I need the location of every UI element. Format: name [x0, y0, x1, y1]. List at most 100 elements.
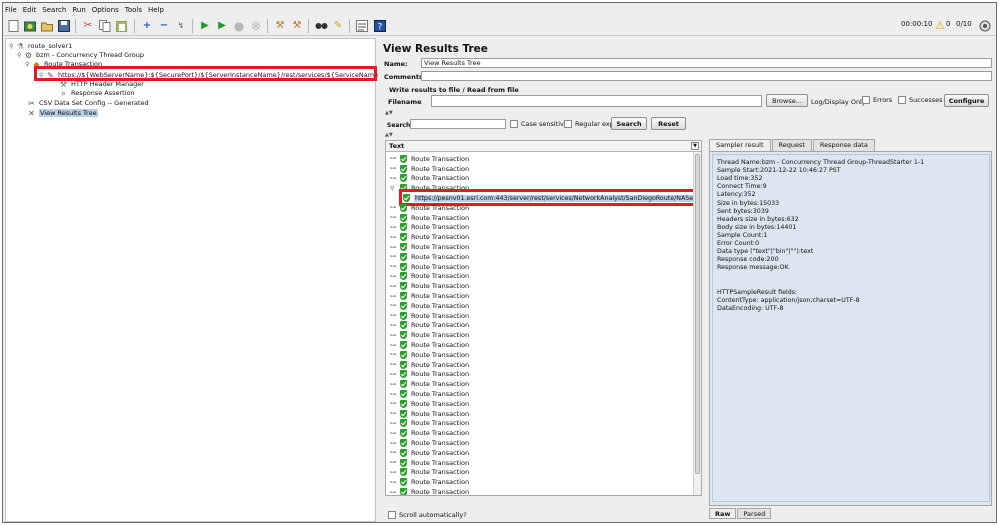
result-row[interactable]: ⊶ Route Transaction — [390, 330, 469, 340]
menu-search[interactable]: Search — [42, 6, 66, 14]
toggle-icon[interactable]: ↯ — [174, 19, 188, 33]
tab-response-data[interactable]: Response data — [812, 139, 875, 151]
result-row[interactable]: ⊶ Route Transaction — [390, 438, 469, 448]
collapsed-node-icon[interactable]: ⊶ — [390, 175, 400, 182]
result-row[interactable]: ⊶ Route Transaction — [390, 321, 469, 331]
browse-button[interactable]: Browse... — [766, 94, 808, 107]
collapsed-node-icon[interactable]: ⊶ — [390, 283, 400, 290]
collapsed-node-icon[interactable]: ⊶ — [390, 244, 400, 251]
comments-field[interactable] — [421, 71, 992, 81]
tab-sampler-result[interactable]: Sampler result — [709, 139, 771, 151]
renderer-select[interactable]: Text ▼ — [386, 141, 701, 152]
result-row[interactable]: ⊶ Route Transaction — [390, 164, 469, 174]
result-row[interactable]: ⊶ Route Transaction — [390, 340, 469, 350]
results-scrollbar[interactable] — [693, 152, 701, 495]
result-row[interactable]: ⊶ Route Transaction — [390, 272, 469, 282]
collapsed-node-icon[interactable]: ⊶ — [390, 430, 400, 437]
reset-search-icon[interactable]: ✎ — [331, 19, 345, 33]
collapsed-node-icon[interactable]: ⊶ — [390, 400, 400, 407]
menu-help[interactable]: Help — [148, 6, 164, 14]
collapsed-node-icon[interactable]: ⊶ — [390, 234, 400, 241]
start-no-timers-icon[interactable]: ▶ — [215, 19, 229, 33]
collapsed-node-icon[interactable]: ⊶ — [390, 440, 400, 447]
scroll-automatically-checkbox[interactable]: Scroll automatically? — [388, 511, 467, 519]
collapsed-node-icon[interactable]: ⊶ — [390, 469, 400, 476]
collapsed-node-icon[interactable]: ⊶ — [390, 459, 400, 466]
copy-icon[interactable] — [98, 19, 112, 33]
collapsed-node-icon[interactable]: ⊶ — [390, 420, 400, 427]
collapsed-node-icon[interactable]: ⊶ — [390, 302, 400, 309]
result-row[interactable]: ⊶ Route Transaction — [390, 291, 469, 301]
collapsed-node-icon[interactable]: ⊶ — [390, 214, 400, 221]
collapsed-node-icon[interactable]: ⊶ — [390, 155, 400, 162]
result-row[interactable]: ⊶ Route Transaction — [390, 301, 469, 311]
collapsed-node-icon[interactable]: ⊶ — [390, 361, 400, 368]
result-row[interactable]: ⊶ Route Transaction — [390, 252, 469, 262]
search-button[interactable]: Search — [611, 117, 647, 130]
tree-node-csv-config[interactable]: ✂ CSV Data Set Config -- Generated — [27, 98, 149, 108]
clear-icon[interactable]: ⚒ — [273, 19, 287, 33]
collapsed-node-icon[interactable]: ⊶ — [390, 253, 400, 260]
collapsed-node-icon[interactable]: ⊶ — [390, 293, 400, 300]
menu-file[interactable]: File — [5, 6, 17, 14]
tab-parsed[interactable]: Parsed — [737, 508, 772, 519]
search-icon[interactable] — [314, 19, 328, 33]
stop-icon[interactable]: ● — [232, 19, 246, 33]
result-row[interactable]: ⊶ Route Transaction — [390, 477, 469, 487]
collapsed-node-icon[interactable]: ⊶ — [390, 342, 400, 349]
result-row[interactable]: ⊶ Route Transaction — [390, 213, 469, 223]
collapsed-node-icon[interactable]: ⊶ — [390, 489, 400, 495]
case-sensitive-checkbox[interactable]: Case sensitive — [510, 120, 568, 128]
save-icon[interactable] — [57, 19, 71, 33]
open-icon[interactable] — [40, 19, 54, 33]
help-icon[interactable]: ? — [373, 19, 387, 33]
remote-icon[interactable] — [978, 19, 992, 33]
start-icon[interactable]: ▶ — [198, 19, 212, 33]
result-row[interactable]: ⊶ Route Transaction — [390, 174, 469, 184]
search-field[interactable] — [410, 119, 506, 129]
result-row[interactable]: ⊶ Route Transaction — [390, 379, 469, 389]
result-row[interactable]: ⊶ Route Transaction — [390, 350, 469, 360]
collapse-arrows-bottom[interactable]: ▲▼ — [385, 132, 393, 138]
collapsed-node-icon[interactable]: ⊶ — [390, 224, 400, 231]
result-row[interactable]: ⊶ Route Transaction — [390, 232, 469, 242]
tree-node-view-results-tree[interactable]: ✕ View Results Tree — [27, 108, 98, 118]
collapsed-node-icon[interactable]: ⊶ — [390, 263, 400, 270]
result-row[interactable]: ⊶ Route Transaction — [390, 154, 469, 164]
result-row[interactable]: ⊶ Route Transaction — [390, 311, 469, 321]
function-helper-icon[interactable] — [355, 19, 369, 33]
errors-checkbox[interactable]: Errors — [862, 96, 892, 104]
clear-all-icon[interactable]: ⚒ — [290, 19, 304, 33]
menu-edit[interactable]: Edit — [23, 6, 37, 14]
tree-node-response-assertion[interactable]: ⌕ Response Assertion — [59, 88, 134, 98]
configure-button[interactable]: Configure — [944, 94, 989, 107]
collapse-arrows-top[interactable]: ▲▼ — [385, 110, 393, 116]
collapsed-node-icon[interactable]: ⊶ — [390, 479, 400, 486]
successes-checkbox[interactable]: Successes — [898, 96, 943, 104]
chevron-down-icon[interactable]: ▼ — [691, 142, 699, 150]
collapsed-node-icon[interactable]: ⊶ — [390, 351, 400, 358]
menu-tools[interactable]: Tools — [125, 6, 142, 14]
tab-request[interactable]: Request — [771, 139, 812, 151]
menu-run[interactable]: Run — [72, 6, 85, 14]
scrollbar-thumb[interactable] — [695, 154, 700, 474]
expand-icon[interactable]: + — [140, 19, 154, 33]
collapsed-node-icon[interactable]: ⊶ — [390, 332, 400, 339]
menu-options[interactable]: Options — [92, 6, 119, 14]
collapsed-node-icon[interactable]: ⊶ — [390, 371, 400, 378]
filename-field[interactable] — [431, 95, 762, 107]
cut-icon[interactable]: ✂ — [81, 19, 95, 33]
result-row[interactable]: ⊶ Route Transaction — [390, 458, 469, 468]
result-row[interactable]: ⊶ Route Transaction — [390, 487, 469, 495]
collapsed-node-icon[interactable]: ⊶ — [390, 391, 400, 398]
result-row[interactable]: ⊶ Route Transaction — [390, 262, 469, 272]
tab-raw[interactable]: Raw — [709, 508, 737, 519]
collapsed-node-icon[interactable]: ⊶ — [390, 322, 400, 329]
result-row[interactable]: ⊶ Route Transaction — [390, 370, 469, 380]
result-row[interactable]: ⊶ Route Transaction — [390, 468, 469, 478]
collapsed-node-icon[interactable]: ⊶ — [390, 381, 400, 388]
result-row[interactable]: ⊶ Route Transaction — [390, 419, 469, 429]
reset-button[interactable]: Reset — [651, 117, 686, 130]
regex-checkbox[interactable]: Regular exp. — [564, 120, 616, 128]
result-row[interactable]: ⊶ Route Transaction — [390, 428, 469, 438]
